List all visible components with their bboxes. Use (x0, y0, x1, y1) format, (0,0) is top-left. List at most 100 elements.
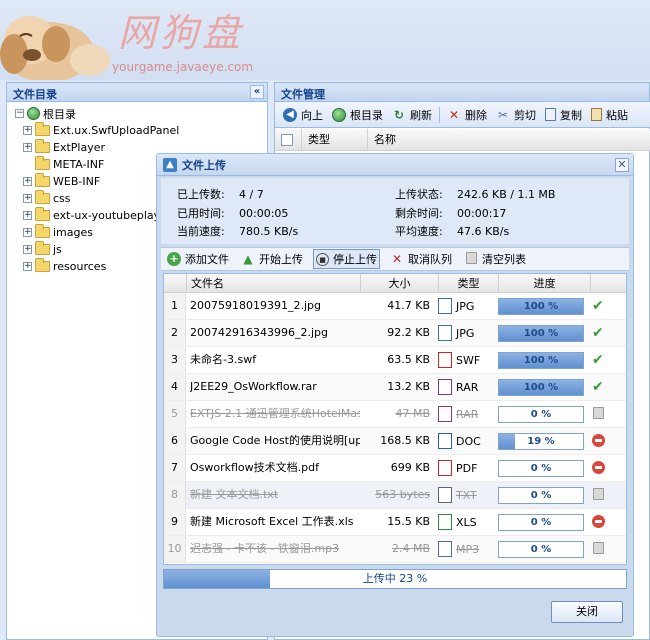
upload-row[interactable]: 2 200742916343996_2.jpg 92.2 KB JPG 100 % ✔ (164, 320, 626, 347)
copy-button[interactable]: 复制 (541, 107, 586, 123)
file-name: J2EE29_OsWorkflow.rar (190, 380, 317, 393)
expand-toggle-icon[interactable]: + (23, 262, 32, 271)
file-progress-bar: 100 % (498, 325, 584, 342)
puppy-logo-image (0, 16, 110, 80)
file-type: SWF (438, 347, 498, 373)
file-name: 未命名-3.swf (190, 353, 257, 366)
remove-icon[interactable] (592, 434, 605, 447)
column-header-size[interactable]: 大小 (360, 274, 438, 293)
scissors-icon: ✂ (497, 107, 509, 122)
upload-dialog-titlebar[interactable]: ▲ 文件上传 ✕ (157, 154, 633, 176)
tree-node-label: ext-ux-youtubeplayer (53, 209, 172, 222)
upload-row[interactable]: 5 EXTJS 2.1 通迅管理系统HotelMas 47 MB RAR 0 % (164, 401, 626, 428)
directory-panel-header: 文件目录 « (6, 82, 268, 102)
row-number: 8 (164, 482, 186, 508)
expand-toggle-icon[interactable]: + (23, 211, 32, 220)
select-all-checkbox[interactable] (281, 133, 293, 146)
delete-button[interactable]: ✕ 删除 (443, 107, 491, 123)
stop-upload-button[interactable]: ■ 停止上传 (313, 249, 380, 269)
tree-node-folder[interactable]: + Ext.ux.SwfUploadPanel (15, 122, 179, 139)
directory-tree: − 根目录 +Ext.ux.SwfUploadPanel+ExtPlayer+M… (15, 105, 179, 275)
upload-row[interactable]: 1 20075918019391_2.jpg 41.7 KB JPG 100 % ✔ (164, 293, 626, 320)
tree-node-label: WEB-INF (53, 175, 101, 188)
refresh-button[interactable]: ↻ 刷新 (388, 107, 436, 123)
tree-node-folder[interactable]: + resources (15, 258, 179, 275)
file-status (592, 407, 606, 421)
upload-action-bar: + 添加文件 ▲ 开始上传 ■ 停止上传 ✕ 取消队列 清空列表 (161, 247, 629, 271)
clear-list-button[interactable]: 清空列表 (462, 250, 528, 268)
file-progress-text: 100 % (523, 328, 559, 339)
column-header-progress[interactable]: 进度 (498, 274, 590, 293)
file-size: 2.4 MB (391, 542, 430, 555)
upload-row[interactable]: 8 新建 文本文档.txt 563 bytes TXT 0 % (164, 482, 626, 509)
close-icon[interactable]: ✕ (615, 158, 629, 172)
file-type-icon (438, 352, 452, 368)
paste-button[interactable]: 粘贴 (587, 107, 632, 123)
upload-row[interactable]: 10 迟志强 - 卡不该 - 铁窗泪.mp3 2.4 MB MP3 0 % (164, 536, 626, 563)
trash-icon[interactable] (593, 542, 604, 554)
expand-toggle-icon[interactable]: + (23, 194, 32, 203)
collapse-panel-icon[interactable]: « (250, 85, 264, 99)
remove-icon[interactable] (592, 461, 605, 474)
upload-row[interactable]: 3 未命名-3.swf 63.5 KB SWF 100 % ✔ (164, 347, 626, 374)
folder-icon (35, 224, 50, 238)
file-status: ✔ (592, 299, 606, 313)
check-icon: ✔ (592, 298, 604, 314)
upload-row[interactable]: 4 J2EE29_OsWorkflow.rar 13.2 KB RAR 100 % ✔ (164, 374, 626, 401)
tree-node-folder[interactable]: + WEB-INF (15, 173, 179, 190)
expand-toggle-icon[interactable]: + (23, 126, 32, 135)
file-progress-text: 0 % (530, 409, 552, 420)
file-type-icon (438, 298, 452, 314)
expand-toggle-icon[interactable]: + (23, 245, 32, 254)
remove-icon[interactable] (592, 515, 605, 528)
file-progress-bar: 0 % (498, 541, 584, 558)
root-button[interactable]: 根目录 (328, 107, 387, 123)
globe-icon (27, 107, 40, 120)
upload-row[interactable]: 6 Google Code Host的使用说明[upda 168.5 KB DOC 19… (164, 428, 626, 455)
column-header-filename[interactable]: 文件名 (186, 274, 360, 293)
uploaded-count: 已上传数: 4 / 7 (177, 188, 264, 201)
up-button[interactable]: ◀ 向上 (279, 107, 327, 123)
file-progress-bar: 19 % (498, 433, 584, 450)
trash-icon[interactable] (593, 488, 604, 500)
tree-node-folder[interactable]: + js (15, 241, 179, 258)
file-progress-text: 19 % (527, 436, 555, 447)
file-status (592, 542, 606, 556)
add-file-button[interactable]: + 添加文件 (165, 250, 231, 268)
tree-node-folder[interactable]: + images (15, 224, 179, 241)
add-icon: + (167, 252, 181, 266)
row-number: 6 (164, 428, 186, 454)
row-number: 9 (164, 509, 186, 535)
logo-url: yourgame.javaeye.com (112, 60, 254, 74)
tree-node-folder[interactable]: + ext-ux-youtubeplayer (15, 207, 179, 224)
expand-toggle-icon[interactable]: + (23, 143, 32, 152)
cut-button[interactable]: ✂ 剪切 (492, 107, 540, 123)
arrow-up-icon: ▲ (243, 252, 253, 266)
tree-node-folder[interactable]: + css (15, 190, 179, 207)
file-name: 迟志强 - 卡不该 - 铁窗泪.mp3 (190, 542, 340, 555)
tree-node-label: ExtPlayer (53, 141, 106, 154)
upload-row[interactable]: 7 Osworkflow技术文档.pdf 699 KB PDF 0 % (164, 455, 626, 482)
file-type: RAR (438, 401, 498, 427)
dialog-title: 文件上传 (182, 158, 226, 172)
tree-node-root[interactable]: − 根目录 (15, 105, 179, 122)
column-header-type[interactable]: 类型 (438, 274, 498, 293)
upload-dialog: ▲ 文件上传 ✕ 已上传数: 4 / 7 已用时间: 00:00:05 当前速度: 7… (156, 153, 634, 637)
collapse-toggle-icon[interactable]: − (15, 109, 24, 118)
expand-toggle-icon[interactable]: + (23, 228, 32, 237)
expand-toggle-icon[interactable]: + (23, 177, 32, 186)
file-type: XLS (438, 509, 498, 535)
file-progress-text: 100 % (523, 355, 559, 366)
cancel-queue-button[interactable]: ✕ 取消队列 (388, 250, 454, 268)
close-button[interactable]: 关闭 (551, 601, 623, 623)
upload-row[interactable]: 9 新建 Microsoft Excel 工作表.xls 15.5 KB XLS 0 % (164, 509, 626, 536)
start-upload-button[interactable]: ▲ 开始上传 (239, 250, 305, 268)
file-type: DOC (438, 428, 498, 454)
trash-icon[interactable] (593, 407, 604, 419)
file-type-icon (438, 433, 452, 449)
column-header-name[interactable]: 名称 (367, 128, 567, 151)
file-size: 15.5 KB (387, 515, 430, 528)
column-header-type[interactable]: 类型 (301, 128, 367, 151)
tree-node-folder[interactable]: + ExtPlayer (15, 139, 179, 156)
tree-node-folder[interactable]: +META-INF (15, 156, 179, 173)
